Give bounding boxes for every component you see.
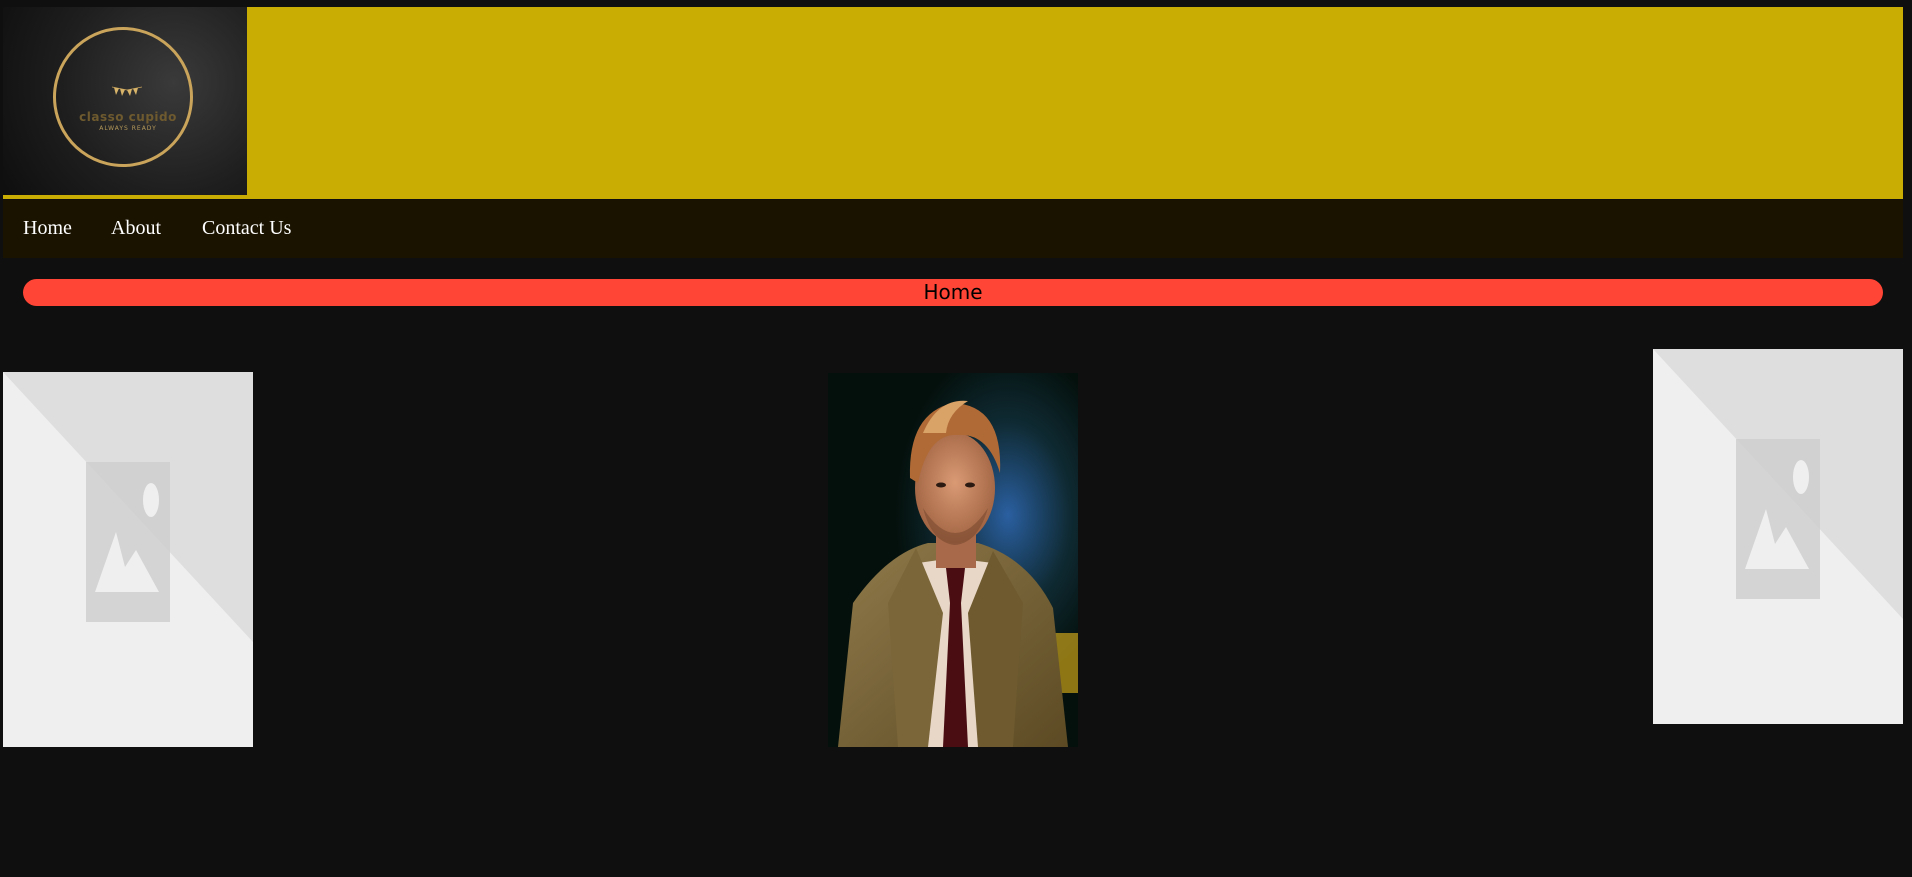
main-nav: Home About Contact Us [3,200,1903,258]
image-placeholder-icon [1653,349,1903,724]
logo[interactable]: classo cupido ALWAYS READY [3,7,247,195]
logo-tagline: ALWAYS READY [99,125,157,132]
site-header: classo cupido ALWAYS READY [3,7,1903,199]
portrait-photo [828,373,1078,747]
image-placeholder-icon [3,372,253,747]
nav-link-contact-us[interactable]: Contact Us [202,217,291,240]
man-in-trench-coat-photo [828,373,1078,747]
page: classo cupido ALWAYS READY Home About Co… [0,0,1912,877]
right-image-placeholder [1653,349,1903,724]
bunting-flags-icon [112,86,142,96]
nav-link-home[interactable]: Home [23,217,72,240]
left-image-placeholder [3,372,253,747]
logo-name: classo cupido [79,110,177,124]
page-title-banner: Home [23,279,1883,306]
nav-link-about[interactable]: About [111,217,161,240]
